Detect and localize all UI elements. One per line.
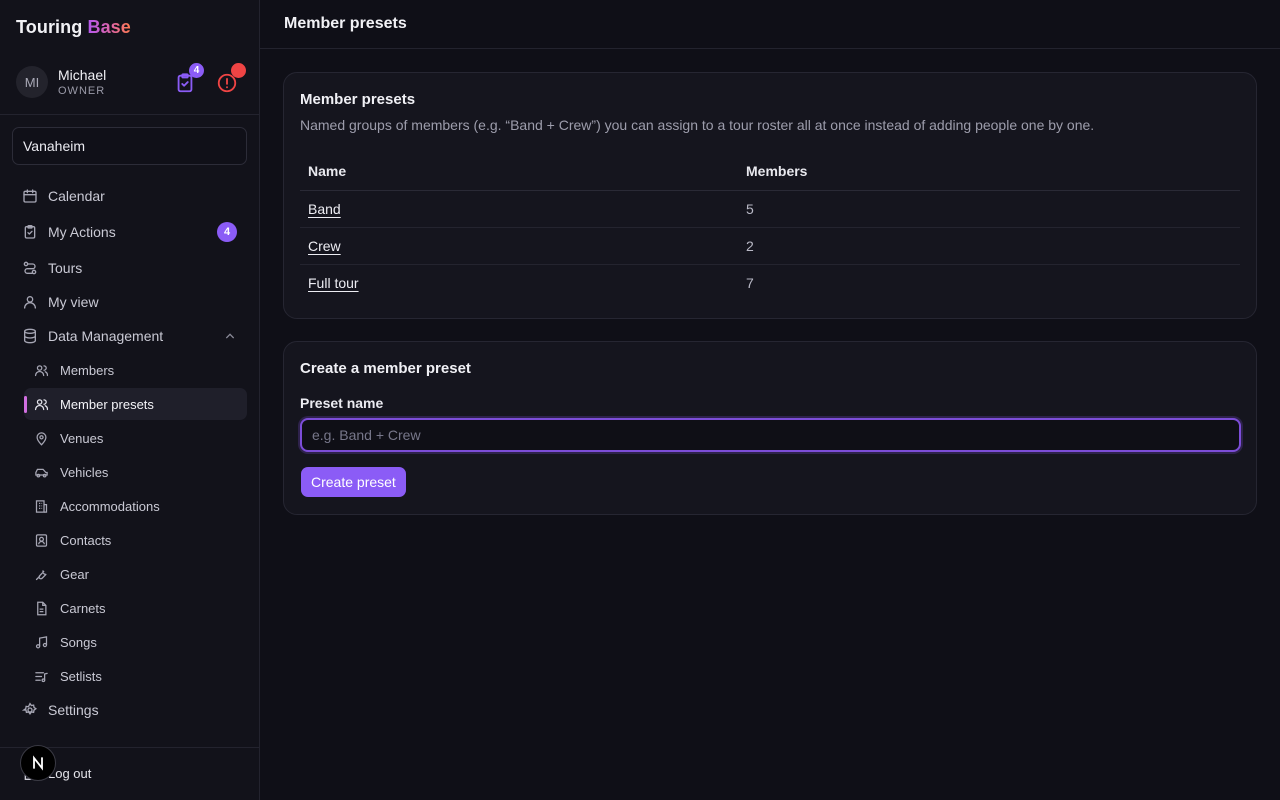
sidebar-item-label: Accommodations bbox=[60, 498, 160, 514]
count-badge: 4 bbox=[217, 222, 237, 242]
column-header-name: Name bbox=[308, 163, 347, 179]
wrench-icon bbox=[34, 567, 49, 582]
column-header-members: Members bbox=[746, 163, 808, 179]
sidebar-item-songs[interactable]: Songs bbox=[24, 626, 247, 658]
sidebar-item-label: Member presets bbox=[60, 396, 154, 412]
building-icon bbox=[34, 499, 49, 514]
table-row: Crew 2 bbox=[300, 228, 1240, 265]
presets-table: Name Members Band 5 Crew 2 Full tour 7 bbox=[300, 153, 1240, 302]
sidebar-item-label: Venues bbox=[60, 430, 104, 446]
preset-name-link[interactable]: Full tour bbox=[308, 275, 359, 291]
map-pin-icon bbox=[34, 431, 49, 446]
chevron-up-icon bbox=[225, 331, 235, 341]
sidebar-item-accommodations[interactable]: Accommodations bbox=[24, 490, 247, 522]
sidebar-item-tours[interactable]: Tours bbox=[12, 252, 247, 284]
sidebar-item-contacts[interactable]: Contacts bbox=[24, 524, 247, 556]
sidebar-item-label: Data Management bbox=[48, 328, 164, 344]
divider bbox=[0, 114, 259, 115]
page-title: Member presets bbox=[284, 15, 407, 32]
file-icon bbox=[34, 601, 49, 616]
sidebar-item-label: My view bbox=[48, 294, 99, 310]
sidebar-item-label: Songs bbox=[60, 634, 97, 650]
users-icon bbox=[34, 363, 49, 378]
create-preset-card: Create a member preset Preset name Creat… bbox=[283, 341, 1257, 515]
user-role: OWNER bbox=[58, 85, 106, 97]
table-header: Name Members bbox=[300, 153, 1240, 191]
presets-card: Member presets Named groups of members (… bbox=[283, 72, 1257, 319]
preset-name-link[interactable]: Band bbox=[308, 201, 341, 217]
table-row: Full tour 7 bbox=[300, 265, 1240, 302]
user-block: MI Michael OWNER 4 bbox=[16, 63, 246, 100]
actions-count-badge: 4 bbox=[189, 63, 204, 78]
sidebar-item-settings[interactable]: Settings bbox=[12, 694, 247, 726]
sidebar-item-label: Carnets bbox=[60, 600, 106, 616]
active-indicator bbox=[24, 396, 27, 413]
sidebar-item-vehicles[interactable]: Vehicles bbox=[24, 456, 247, 488]
sidebar-item-my-actions[interactable]: My Actions 4 bbox=[12, 216, 247, 248]
top-bar: Member presets bbox=[260, 0, 1280, 49]
user-icon bbox=[22, 294, 38, 310]
table-row: Band 5 bbox=[300, 191, 1240, 228]
sidebar-item-data-management[interactable]: Data Management bbox=[12, 320, 247, 352]
organization-select[interactable]: Vanaheim bbox=[12, 127, 247, 165]
brand-name-part2: Base bbox=[87, 17, 131, 37]
sidebar-item-label: Members bbox=[60, 362, 115, 378]
preset-name-input[interactable] bbox=[300, 418, 1241, 452]
member-count: 5 bbox=[746, 201, 754, 217]
dev-tools-n-icon[interactable] bbox=[20, 745, 56, 781]
sidebar-item-member-presets[interactable]: Member presets bbox=[24, 388, 247, 420]
member-count: 7 bbox=[746, 275, 754, 291]
sidebar-item-venues[interactable]: Venues bbox=[24, 422, 247, 454]
card-title: Create a member preset bbox=[300, 360, 471, 377]
brand-name-part1: Touring bbox=[16, 17, 83, 37]
route-icon bbox=[22, 260, 38, 276]
sidebar-item-calendar[interactable]: Calendar bbox=[12, 180, 247, 212]
sidebar-item-carnets[interactable]: Carnets bbox=[24, 592, 247, 624]
sidebar-item-label: My Actions bbox=[48, 224, 116, 240]
alert-dot bbox=[231, 63, 246, 78]
avatar[interactable]: MI bbox=[16, 66, 48, 98]
sidebar-item-setlists[interactable]: Setlists bbox=[24, 660, 247, 692]
list-music-icon bbox=[34, 669, 49, 684]
card-title: Member presets bbox=[300, 91, 416, 108]
sidebar-item-label: Settings bbox=[48, 702, 99, 718]
brand-logo[interactable]: Touring Base bbox=[16, 17, 131, 38]
card-description: Named groups of members (e.g. “Band + Cr… bbox=[300, 117, 1095, 133]
calendar-icon bbox=[22, 188, 38, 204]
sidebar-item-label: Vehicles bbox=[60, 464, 109, 480]
create-preset-button[interactable]: Create preset bbox=[301, 467, 406, 497]
sidebar: Touring Base MI Michael OWNER 4 Vanaheim bbox=[0, 0, 260, 800]
sidebar-item-gear[interactable]: Gear bbox=[24, 558, 247, 590]
sidebar-item-label: Gear bbox=[60, 566, 89, 582]
car-icon bbox=[34, 465, 49, 480]
sidebar-item-my-view[interactable]: My view bbox=[12, 286, 247, 318]
member-count: 2 bbox=[746, 238, 754, 254]
preset-name-label: Preset name bbox=[300, 395, 384, 411]
database-icon bbox=[22, 328, 38, 344]
sidebar-item-label: Setlists bbox=[60, 668, 102, 684]
music-icon bbox=[34, 635, 49, 650]
users-icon bbox=[34, 397, 49, 412]
gear-icon bbox=[22, 702, 38, 718]
preset-name-link[interactable]: Crew bbox=[308, 238, 341, 254]
sidebar-item-members[interactable]: Members bbox=[24, 354, 247, 386]
user-name: Michael bbox=[58, 67, 107, 83]
sidebar-item-label: Calendar bbox=[48, 188, 105, 204]
contact-icon bbox=[34, 533, 49, 548]
sidebar-item-label: Contacts bbox=[60, 532, 112, 548]
clipboard-check-icon bbox=[22, 224, 38, 240]
sidebar-item-label: Tours bbox=[48, 260, 83, 276]
